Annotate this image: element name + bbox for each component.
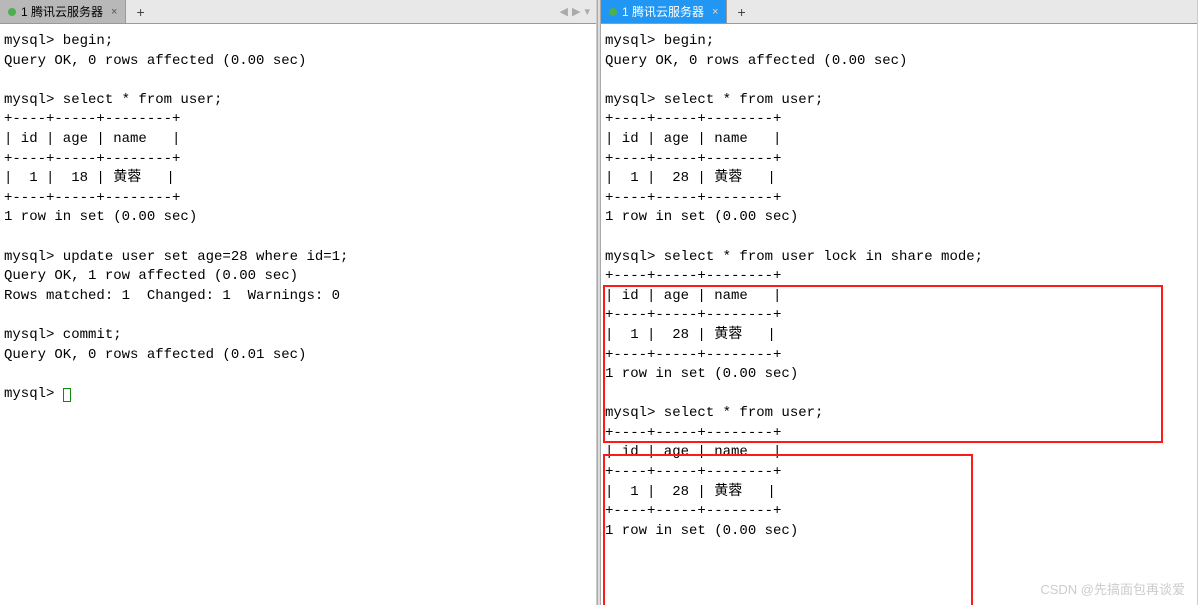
left-terminal[interactable]: mysql> begin; Query OK, 0 rows affected … [0, 24, 596, 605]
right-pane: 1 腾讯云服务器 × + mysql> begin; Query OK, 0 r… [601, 0, 1198, 605]
cursor-icon [63, 388, 71, 402]
right-tab[interactable]: 1 腾讯云服务器 × [601, 0, 727, 23]
close-icon[interactable]: × [111, 6, 117, 18]
nav-arrows: ◀ ▶ ▾ [560, 5, 596, 18]
left-tab[interactable]: 1 腾讯云服务器 × [0, 0, 126, 23]
tab-label: 1 腾讯云服务器 [622, 3, 704, 20]
add-tab-button[interactable]: + [126, 1, 154, 23]
right-tab-bar: 1 腾讯云服务器 × + [601, 0, 1197, 24]
terminal-content: mysql> begin; Query OK, 0 rows affected … [4, 33, 348, 402]
nav-left-icon[interactable]: ◀ [560, 5, 568, 18]
terminal-content: mysql> begin; Query OK, 0 rows affected … [605, 33, 983, 539]
watermark: CSDN @先搞面包再谈爱 [1040, 581, 1185, 599]
status-dot-icon [8, 8, 16, 16]
close-icon[interactable]: × [712, 6, 718, 18]
left-tab-bar: 1 腾讯云服务器 × + ◀ ▶ ▾ [0, 0, 596, 24]
tab-label: 1 腾讯云服务器 [21, 3, 103, 20]
dropdown-icon[interactable]: ▾ [584, 5, 590, 18]
right-terminal[interactable]: mysql> begin; Query OK, 0 rows affected … [601, 24, 1197, 605]
left-pane: 1 腾讯云服务器 × + ◀ ▶ ▾ mysql> begin; Query O… [0, 0, 597, 605]
add-tab-button[interactable]: + [727, 1, 755, 23]
nav-right-icon[interactable]: ▶ [572, 5, 580, 18]
status-dot-icon [609, 8, 617, 16]
